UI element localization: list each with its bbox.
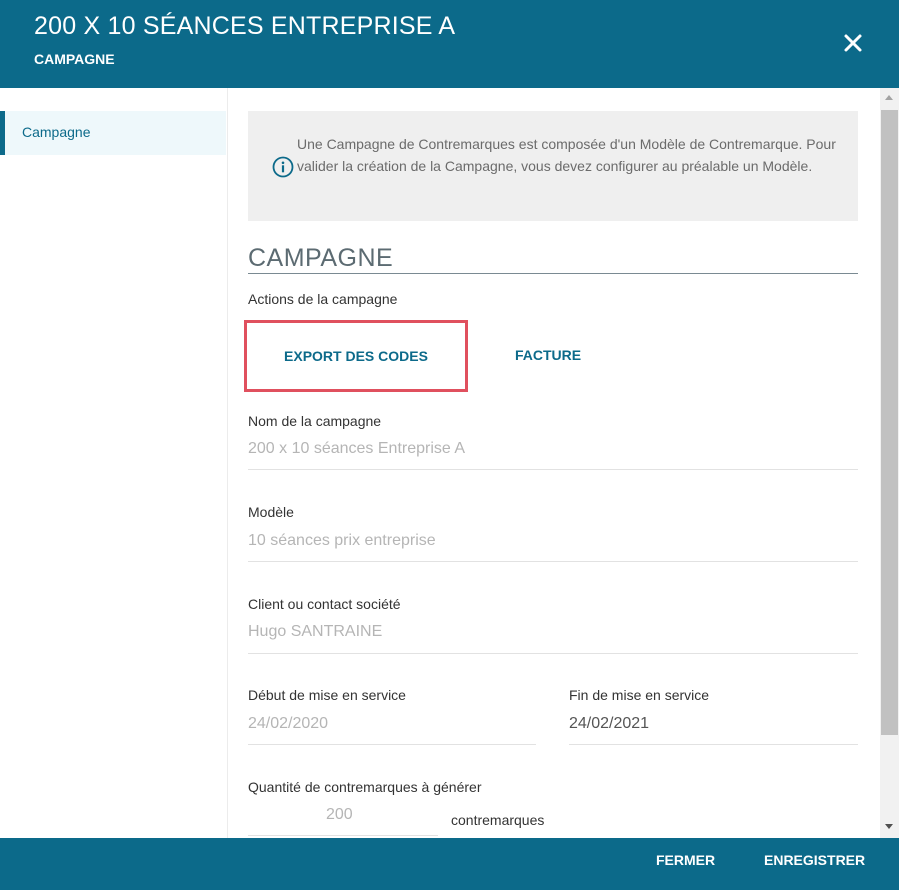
sidebar-item-label: Campagne	[22, 124, 91, 140]
end-date-underline	[569, 744, 858, 745]
client-label: Client ou contact société	[248, 596, 401, 612]
sidebar-item-campagne[interactable]: Campagne	[0, 111, 226, 155]
quantity-field[interactable]: 200	[326, 806, 353, 824]
scrollbar[interactable]	[880, 88, 899, 838]
campaign-name-label: Nom de la campagne	[248, 413, 382, 429]
client-field[interactable]: Hugo SANTRAINE	[248, 623, 382, 641]
close-button[interactable]: FERMER	[656, 852, 715, 868]
end-date-label: Fin de mise en service	[569, 687, 710, 703]
quantity-unit: contremarques	[451, 812, 545, 828]
save-button[interactable]: ENREGISTRER	[764, 852, 865, 868]
modal-title: 200 X 10 SÉANCES ENTREPRISE A	[34, 12, 456, 40]
facture-button[interactable]: FACTURE	[498, 333, 598, 377]
modal-footer: FERMER ENREGISTRER	[0, 838, 899, 890]
close-icon[interactable]	[838, 28, 868, 58]
modal-subtitle: CAMPAGNE	[34, 51, 115, 67]
scrollbar-thumb[interactable]	[881, 110, 898, 735]
scroll-down-icon[interactable]	[885, 824, 893, 829]
end-date-field[interactable]: 24/02/2021	[569, 715, 649, 733]
campaign-name-underline	[248, 469, 858, 470]
quantity-underline	[248, 835, 438, 836]
section-title: CAMPAGNE	[248, 244, 858, 274]
client-underline	[248, 653, 858, 654]
main-content: Une Campagne de Contremarques est compos…	[228, 88, 880, 838]
info-icon	[272, 156, 294, 178]
actions-label: Actions de la campagne	[248, 291, 398, 307]
scroll-up-icon[interactable]	[885, 95, 893, 100]
info-box: Une Campagne de Contremarques est compos…	[248, 111, 858, 221]
info-text: Une Campagne de Contremarques est compos…	[297, 136, 836, 174]
modal-header: 200 X 10 SÉANCES ENTREPRISE A CAMPAGNE	[0, 0, 899, 88]
start-date-field[interactable]: 24/02/2020	[248, 715, 328, 733]
sidebar: Campagne	[0, 88, 228, 838]
start-date-underline	[248, 744, 536, 745]
campaign-name-field[interactable]: 200 x 10 séances Entreprise A	[248, 440, 465, 458]
export-codes-button[interactable]: EXPORT DES CODES	[244, 320, 468, 392]
model-field[interactable]: 10 séances prix entreprise	[248, 532, 436, 550]
model-underline	[248, 561, 858, 562]
quantity-label: Quantité de contremarques à générer	[248, 779, 482, 795]
model-label: Modèle	[248, 504, 294, 520]
start-date-label: Début de mise en service	[248, 687, 406, 703]
